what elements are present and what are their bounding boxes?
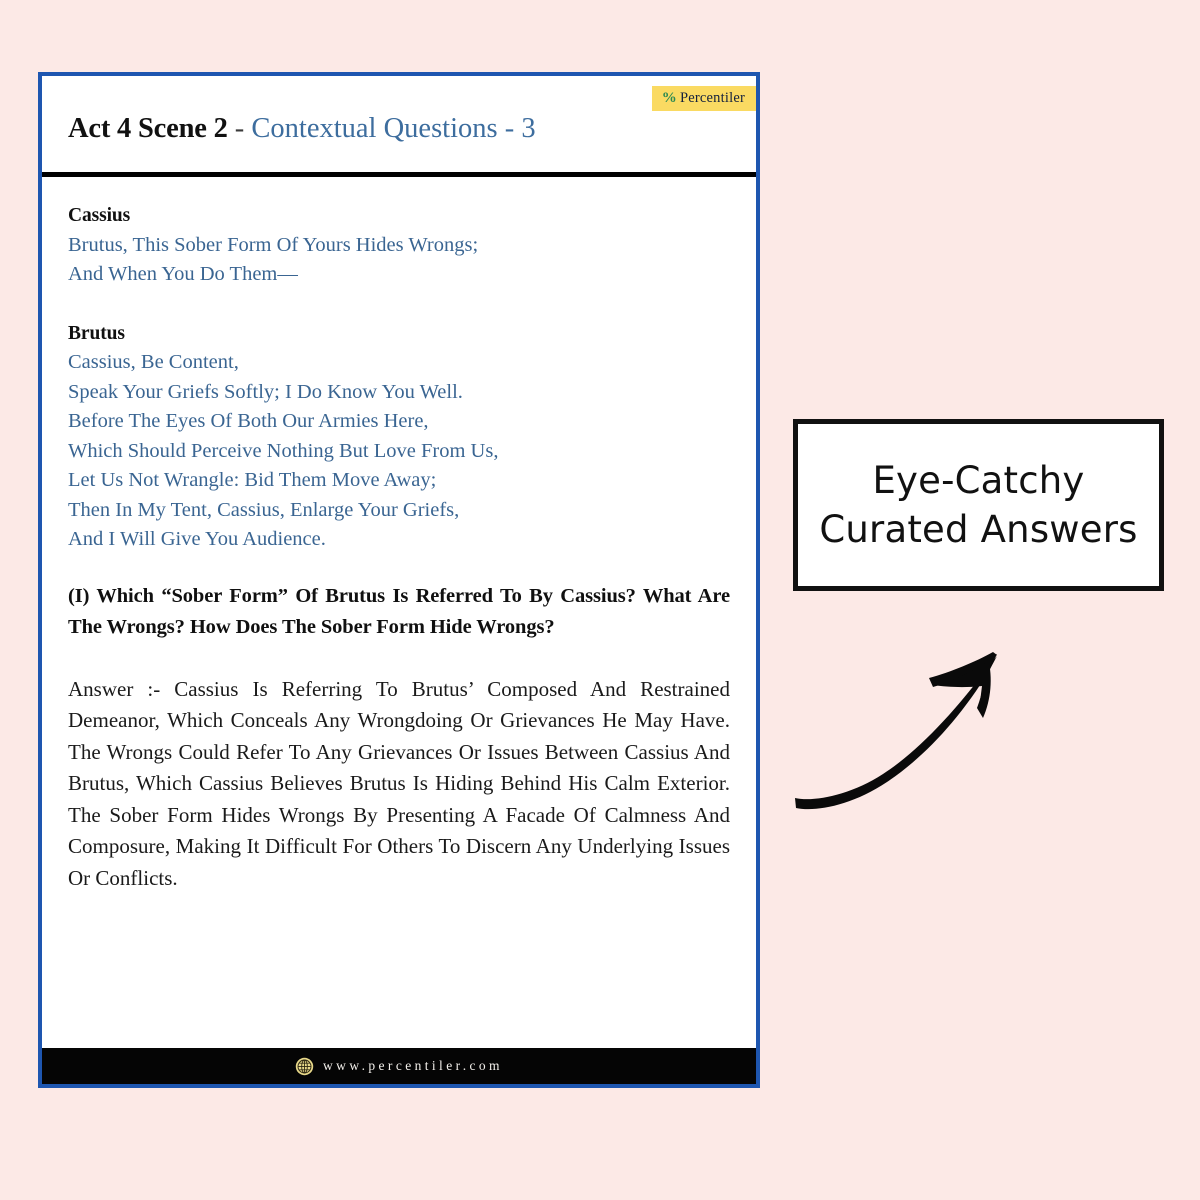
verse-line: And I Will Give You Audience. [68,528,326,550]
verse-line: Let Us Not Wrangle: Bid Them Move Away; [68,469,437,491]
answer-text: Answer :- Cassius Is Referring To Brutus… [68,676,730,890]
answer-card: % Percentiler Act 4 Scene 2 - Contextual … [38,72,760,1088]
speech-spacer [68,290,730,319]
verse-line: Brutus, This Sober Form Of Yours Hides W… [68,233,479,256]
verse-line: Which Should Perceive Nothing But Love F… [68,439,499,462]
verse-line: Speak Your Griefs Softly; I Do Know You … [68,380,463,403]
card-footer: www.percentiler.com [42,1048,756,1084]
header-divider [42,172,756,177]
page-title-subject: Contextual Questions - 3 [251,113,536,144]
verse-line: Cassius, Be Content, [68,351,239,373]
callout-line-1: Eye-Catchy [872,459,1085,502]
card-header: % Percentiler Act 4 Scene 2 - Contextual … [42,76,756,177]
card-body: Cassius Brutus, This Sober Form Of Yours… [42,177,756,1048]
brand-badge: % Percentiler [651,86,756,111]
verse-line: Then In My Tent, Cassius, Enlarge Your G… [68,498,460,521]
question-text: (I) Which “Sober Form” Of Brutus Is Refe… [68,584,730,639]
globe-icon [295,1057,314,1075]
verse-line: Before The Eyes Of Both Our Armies Here, [68,410,429,432]
callout-arrow [783,638,1023,816]
percent-icon: % [661,90,677,106]
page-title-act: Act 4 Scene 2 [68,113,228,144]
speaker-name: Cassius [68,205,131,226]
verse-line: And When You Do Them— [68,263,298,285]
speaker-name: Brutus [68,322,125,344]
brand-badge-label: Percentiler [679,90,745,106]
callout-line-2: Curated Answers [819,508,1138,551]
curved-arrow-up-right-icon [795,652,997,810]
page-title: Act 4 Scene 2 - Contextual Questions - 3 [68,112,536,146]
callout-box: Eye-Catchy Curated Answers [793,419,1164,591]
speech-block-cassius: Cassius Brutus, This Sober Form Of Yours… [68,201,730,290]
speech-block-brutus: Brutus Cassius, Be Content, Speak Your G… [68,319,730,555]
page-title-separator: - [227,113,252,144]
footer-website-url: www.percentiler.com [323,1058,503,1073]
